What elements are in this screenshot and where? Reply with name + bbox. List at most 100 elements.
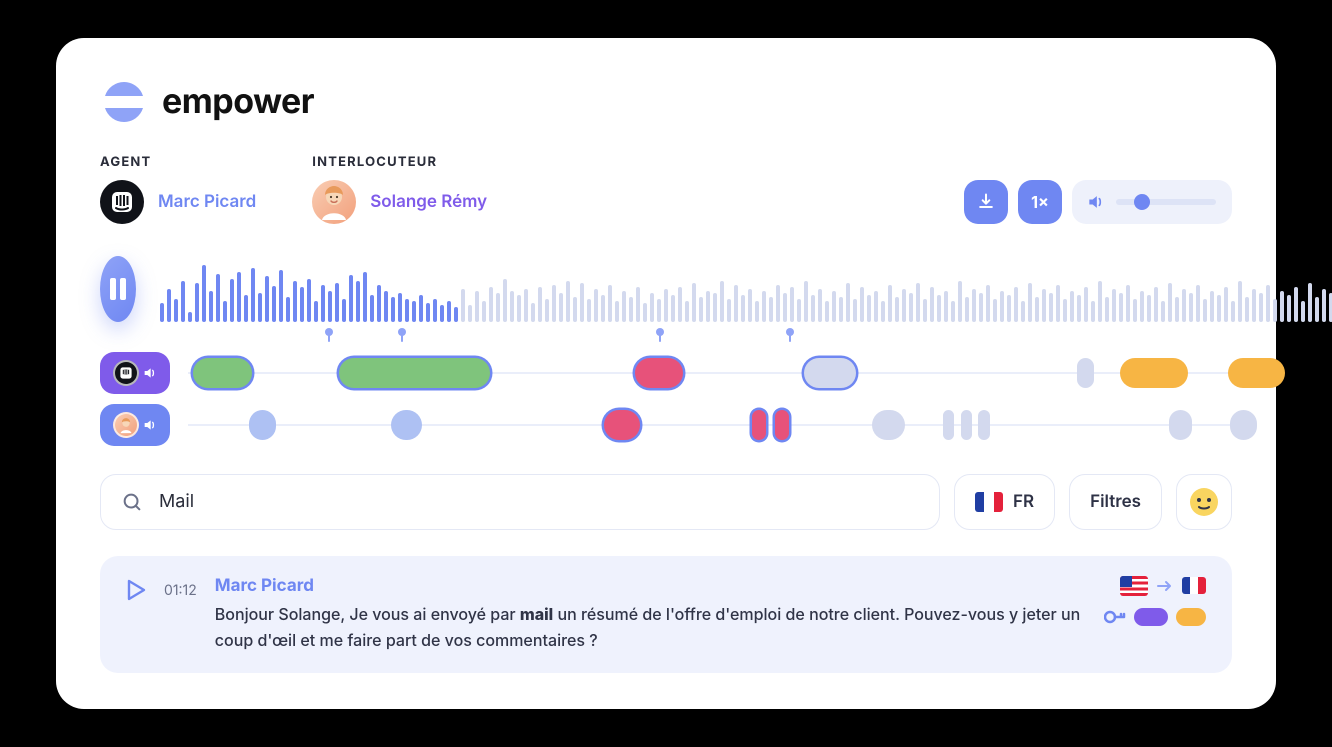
transcript-play-button[interactable] [126, 579, 146, 653]
waveform-bar [1112, 289, 1116, 322]
agent-track-head[interactable] [100, 352, 170, 394]
interlocutor-lane[interactable] [188, 404, 1232, 446]
waveform-bar [1140, 291, 1144, 322]
marker-icon[interactable] [396, 328, 408, 342]
segment[interactable] [1228, 358, 1285, 388]
waveform-bar [797, 299, 801, 322]
search-field[interactable] [100, 474, 940, 530]
waveform-bar [825, 301, 829, 322]
volume-control[interactable] [1072, 180, 1232, 224]
filters-label: Filtres [1090, 492, 1141, 512]
transcript-item: 01:12 Marc Picard Bonjour Solange, Je vo… [100, 556, 1232, 673]
waveform-bar [1147, 295, 1151, 322]
waveform-bar [160, 303, 164, 322]
playback-speed-value: 1× [1031, 192, 1049, 212]
flag-fr-icon [1182, 577, 1206, 594]
language-code: FR [1013, 492, 1034, 512]
sentiment-button[interactable] [1176, 474, 1232, 530]
waveform-bar [545, 299, 549, 322]
waveform-bar [727, 299, 731, 322]
segment[interactable] [1230, 410, 1257, 440]
download-button[interactable] [964, 180, 1008, 224]
waveform-bar [643, 303, 647, 322]
marker-icon[interactable] [784, 328, 796, 342]
segment[interactable] [193, 358, 251, 388]
waveform-bar [664, 289, 668, 322]
waveform-bar [951, 301, 955, 322]
waveform-bar [629, 297, 633, 322]
interlocutor-track-head[interactable] [100, 404, 170, 446]
marker-icon[interactable] [654, 328, 666, 342]
waveform-bar [461, 289, 465, 322]
segment[interactable] [804, 358, 856, 388]
waveform-bar [321, 285, 325, 322]
waveform-bar [881, 301, 885, 322]
waveform-bar [979, 293, 983, 322]
segment[interactable] [752, 410, 767, 440]
segment[interactable] [775, 410, 790, 440]
waveform-bar [860, 287, 864, 322]
marker-icon[interactable] [323, 328, 335, 342]
waveform-bar [580, 283, 584, 322]
waveform-bar [1203, 299, 1207, 322]
waveform-bar [538, 287, 542, 322]
waveform-bar [1098, 281, 1102, 322]
waveform-bar [265, 276, 269, 321]
pause-button[interactable] [100, 256, 136, 322]
waveform-bar [1294, 287, 1298, 322]
agent-lane[interactable] [188, 352, 1232, 394]
waveform-bar [1014, 287, 1018, 322]
filters-button[interactable]: Filtres [1069, 474, 1162, 530]
waveform-bar [1182, 289, 1186, 322]
waveform-bar [482, 301, 486, 322]
app-card: empower AGENT [56, 38, 1276, 709]
segment[interactable] [1169, 410, 1192, 440]
waveform-bar [1322, 289, 1326, 322]
waveform-bar [1154, 287, 1158, 322]
waveform-bar [384, 291, 388, 322]
volume-track[interactable] [1116, 199, 1216, 205]
waveform-bar [909, 293, 913, 322]
waveform-bar [244, 295, 248, 322]
waveform-bar [286, 297, 290, 322]
segment[interactable] [961, 410, 972, 440]
waveform-bar [398, 293, 402, 322]
segment[interactable] [1120, 358, 1188, 388]
segment[interactable] [872, 410, 905, 440]
waveform-bar [832, 291, 836, 322]
waveform-bar [587, 299, 591, 322]
waveform-bar [846, 283, 850, 322]
segment[interactable] [943, 410, 954, 440]
segment[interactable] [978, 410, 989, 440]
waveform-bar [370, 295, 374, 322]
waveform-bar [167, 289, 171, 322]
waveform-bar [251, 268, 255, 322]
brand: empower [100, 78, 1232, 126]
person-illustration-icon [312, 180, 356, 224]
waveform-bar [867, 295, 871, 322]
download-icon [976, 192, 996, 212]
waveform-bar [783, 293, 787, 322]
player [100, 256, 1232, 322]
language-selector[interactable]: FR [954, 474, 1055, 530]
volume-knob[interactable] [1134, 194, 1150, 210]
playback-speed-button[interactable]: 1× [1018, 180, 1062, 224]
top-controls: 1× [964, 180, 1232, 224]
waveform-bar [776, 285, 780, 322]
waveform-bar [1042, 289, 1046, 322]
waveform-bar [209, 291, 213, 322]
segment[interactable] [1077, 358, 1094, 388]
waveform-bar [930, 287, 934, 322]
segment[interactable] [339, 358, 489, 388]
waveform-bar [174, 299, 178, 322]
audio-waveform[interactable] [160, 256, 1332, 322]
waveform-bar [713, 293, 717, 322]
segment[interactable] [635, 358, 683, 388]
segment[interactable] [604, 410, 641, 440]
waveform-bar [1308, 283, 1312, 322]
segment[interactable] [391, 410, 422, 440]
waveform-bar [748, 289, 752, 322]
waveform-bar [307, 279, 311, 322]
search-input[interactable] [157, 490, 919, 513]
segment[interactable] [249, 410, 276, 440]
